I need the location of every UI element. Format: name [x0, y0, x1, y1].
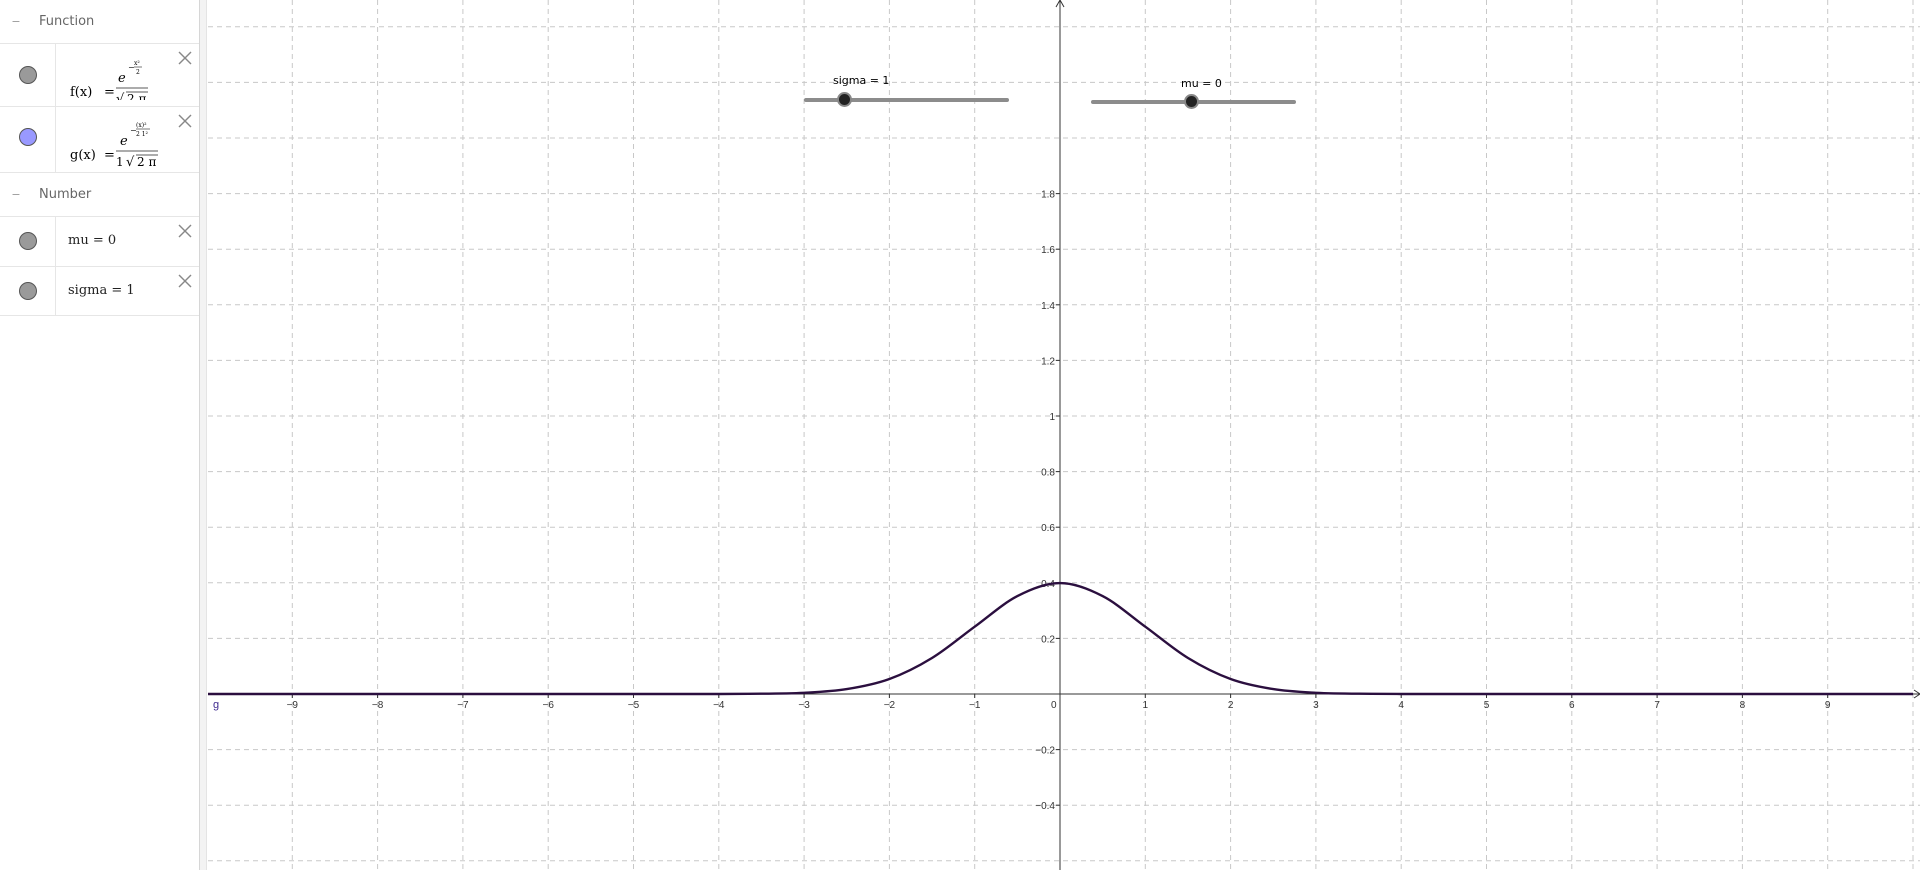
formula-f[interactable]: f(x) = e − x² 2 √ 2 π [68, 54, 168, 100]
denominator-prefix: 1 [116, 155, 124, 167]
axes [208, 0, 1920, 870]
y-tick-label: 1.2 [1041, 356, 1055, 367]
x-tick-label: 8 [1740, 700, 1746, 711]
x-tick-label: −2 [884, 700, 896, 711]
marble-cell [0, 217, 56, 266]
x-tick-label: −9 [287, 700, 299, 711]
collapse-icon[interactable]: − [10, 16, 22, 27]
slider-knob[interactable] [837, 92, 852, 107]
algebra-item-sigma[interactable]: sigma = 1 [0, 267, 199, 316]
x-tick-label: 3 [1313, 700, 1319, 711]
slider-sigma[interactable]: sigma = 1 [790, 72, 1020, 112]
x-tick-label: 1 [1143, 700, 1149, 711]
slider-knob[interactable] [1184, 94, 1199, 109]
algebra-item-mu[interactable]: mu = 0 [0, 217, 199, 267]
y-tick-label: 0.6 [1041, 523, 1055, 534]
view-splitter[interactable] [200, 0, 207, 870]
visibility-marble-icon[interactable] [19, 66, 37, 84]
marble-cell [0, 267, 56, 315]
exponent-denominator: 2 [136, 69, 140, 76]
slider-label: sigma = 1 [833, 74, 890, 87]
number-text[interactable]: mu = 0 [68, 233, 116, 248]
formula-lhs: f(x) [70, 85, 92, 100]
x-tick-label: −4 [713, 700, 725, 711]
formula-lhs: g(x) [70, 148, 96, 163]
grid [208, 0, 1920, 870]
y-tick-label: 1.4 [1041, 301, 1055, 312]
denominator-radicand: 2 π [137, 155, 156, 167]
y-tick-label: 1.8 [1041, 190, 1055, 201]
group-header-number[interactable]: − Number [0, 173, 199, 217]
denominator-root: √ [126, 155, 135, 167]
x-tick-label: 6 [1569, 700, 1575, 711]
y-tick-label: −0.2 [1035, 746, 1055, 757]
slider-label: mu = 0 [1181, 77, 1222, 90]
delete-icon[interactable] [177, 273, 193, 289]
x-tick-label: 7 [1654, 700, 1660, 711]
equals-sign: = [104, 85, 115, 100]
collapse-icon[interactable]: − [10, 189, 22, 200]
slider-mu[interactable]: mu = 0 [1078, 74, 1308, 114]
curve-label: g [213, 699, 219, 711]
y-tick-label: 1.6 [1041, 245, 1055, 256]
x-tick-label: 2 [1228, 700, 1234, 711]
y-tick-label: −0.4 [1035, 801, 1055, 812]
x-tick-labels: −9 −8 −7 −6 −5 −4 −3 −2 −1 1 2 3 4 5 6 7 8 9 [287, 694, 1831, 711]
delete-icon[interactable] [177, 223, 193, 239]
x-tick-label: −8 [372, 700, 384, 711]
marble-cell [0, 107, 56, 172]
group-label: Function [39, 14, 95, 29]
x-tick-label: −6 [542, 700, 554, 711]
algebra-item-f[interactable]: f(x) = e − x² 2 √ 2 π [0, 44, 199, 107]
x-tick-label: −3 [798, 700, 810, 711]
delete-icon[interactable] [177, 50, 193, 66]
group-label: Number [39, 187, 92, 202]
exponent-denominator: 2 1² [136, 131, 149, 138]
y-tick-label: 0.2 [1041, 634, 1055, 645]
graphics-view[interactable]: −9 −8 −7 −6 −5 −4 −3 −2 −1 1 2 3 4 5 6 7 8 9 −0.4 −0.2 0.2 0… [208, 0, 1920, 870]
y-tick-label: 1 [1049, 412, 1055, 423]
slider-track[interactable] [804, 98, 1009, 102]
x-tick-label: −7 [457, 700, 469, 711]
number-text[interactable]: sigma = 1 [68, 283, 135, 298]
x-tick-label: −1 [969, 700, 981, 711]
x-tick-label: −5 [628, 700, 640, 711]
exponent-numerator: (x)² [136, 122, 147, 129]
equals-sign: = [104, 148, 115, 163]
visibility-marble-icon[interactable] [19, 128, 37, 146]
y-tick-labels: −0.4−0.20.20.40.60.811.21.41.61.8 [1035, 190, 1060, 812]
y-tick-label: 0.8 [1041, 468, 1055, 479]
visibility-marble-icon[interactable] [19, 282, 37, 300]
formula-g[interactable]: g(x) = e − (x)² 2 1² 1 √ 2 π [68, 117, 178, 167]
exponent-numerator: x² [134, 60, 140, 67]
marble-cell [0, 44, 56, 106]
x-tick-label: 4 [1398, 700, 1404, 711]
x-tick-label: 5 [1484, 700, 1490, 711]
algebra-item-g[interactable]: g(x) = e − (x)² 2 1² 1 √ 2 π [0, 107, 199, 173]
visibility-marble-icon[interactable] [19, 232, 37, 250]
denominator-root: √ [116, 92, 125, 100]
group-header-function[interactable]: − Function [0, 0, 199, 44]
numerator-base: e [118, 71, 126, 86]
delete-icon[interactable] [177, 113, 193, 129]
x-tick-label: 9 [1825, 700, 1831, 711]
numerator-base: e [120, 134, 128, 149]
origin-label: 0 [1051, 700, 1057, 711]
algebra-view: − Function f(x) = e − x² 2 √ 2 π g(x) = … [0, 0, 200, 870]
denominator-radicand: 2 π [127, 92, 146, 100]
